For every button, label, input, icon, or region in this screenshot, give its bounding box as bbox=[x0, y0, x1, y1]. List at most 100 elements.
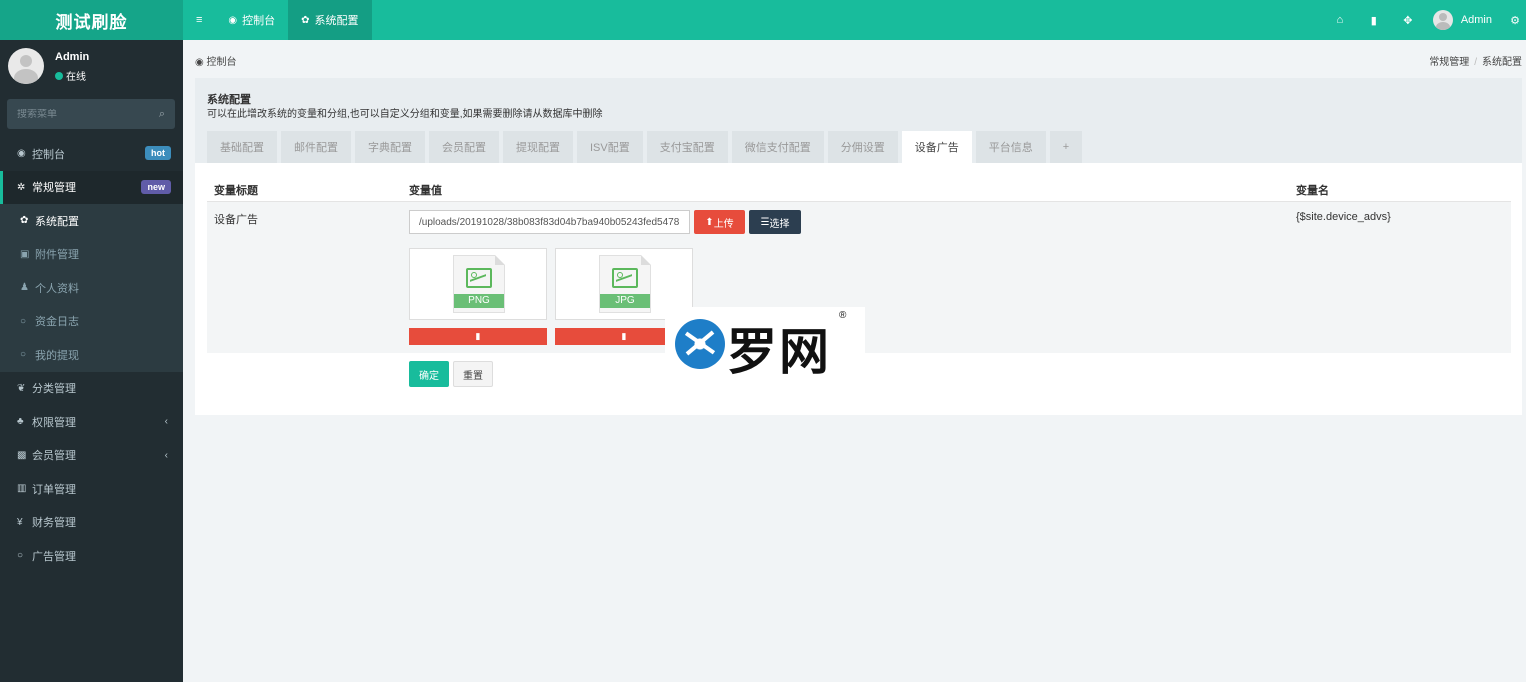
sidebar-item-label: 分类管理 bbox=[32, 383, 76, 396]
sidebar-item-members[interactable]: ▩ 会员管理 ‹ bbox=[0, 439, 183, 473]
sidebar-item-orders[interactable]: ▥ 订单管理 bbox=[0, 472, 183, 506]
add-tab-button[interactable]: + bbox=[1049, 131, 1083, 163]
choose-button[interactable]: ☰ 选择 bbox=[749, 210, 801, 234]
gear-icon: ✿ bbox=[301, 14, 310, 26]
breadcrumb-item[interactable]: 常规管理 bbox=[1429, 57, 1469, 68]
tab-device-ads[interactable]: 设备广告 bbox=[901, 131, 972, 163]
tab-isv[interactable]: ISV配置 bbox=[577, 131, 643, 163]
sidebar-item-label: 会员管理 bbox=[32, 450, 76, 463]
top-nav-label: 控制台 bbox=[242, 15, 276, 27]
sidebar-search: ⌕ bbox=[7, 99, 175, 129]
cogs-icon: ✲ bbox=[17, 181, 26, 193]
chevron-left-icon: ‹ bbox=[164, 416, 168, 427]
delete-file-button[interactable]: ▮ bbox=[409, 328, 547, 345]
sidebar-item-label: 广告管理 bbox=[32, 550, 76, 563]
sidebar-item-fund-log[interactable]: ○ 资金日志 bbox=[0, 304, 183, 338]
avatar bbox=[8, 48, 44, 84]
sidebar-item-label: 权限管理 bbox=[32, 416, 76, 429]
column-header-title: 变量标题 bbox=[214, 185, 258, 197]
tab-platform-info[interactable]: 平台信息 bbox=[975, 131, 1046, 163]
sidebar-item-label: 我的提现 bbox=[35, 349, 79, 362]
dashboard-icon: ◉ bbox=[17, 148, 26, 160]
status-text: 在线 bbox=[66, 72, 86, 83]
user-icon: ♟ bbox=[20, 282, 29, 294]
user-menu[interactable]: Admin bbox=[1425, 0, 1504, 40]
image-icon bbox=[466, 268, 492, 288]
user-card-icon: ▩ bbox=[17, 449, 27, 461]
sidebar-user-name: Admin bbox=[55, 51, 90, 63]
breadcrumb-home[interactable]: ◉ 控制台 bbox=[195, 53, 237, 68]
panel-header: 系统配置 可以在此增改系统的变量和分组,也可以自定义分组和变量,如果需要删除请从… bbox=[195, 78, 1522, 163]
watermark-text: 罗网 bbox=[727, 323, 831, 381]
sidebar-item-label: 系统配置 bbox=[35, 215, 79, 228]
status-dot-icon bbox=[55, 71, 63, 80]
online-status: 在线 bbox=[55, 68, 86, 83]
submit-button[interactable]: 确定 bbox=[409, 361, 449, 387]
tab-wechat-pay[interactable]: 微信支付配置 bbox=[731, 131, 824, 163]
luowang-logo-icon bbox=[675, 319, 725, 369]
file-image-icon: ▣ bbox=[20, 248, 30, 260]
fullscreen-icon[interactable]: ✥ bbox=[1391, 0, 1425, 40]
sidebar-item-label: 订单管理 bbox=[32, 483, 76, 496]
sidebar-item-label: 财务管理 bbox=[32, 517, 76, 530]
sidebar-item-label: 资金日志 bbox=[35, 316, 79, 329]
sidebar-menu: ◉ 控制台 hot ✲ 常规管理 new ✿ 系统配置 ▣ 附件管理 ♟ 个人资料 ○ 资金日志… bbox=[0, 137, 183, 573]
sidebar-item-label: 常规管理 bbox=[32, 182, 76, 195]
sidebar-item-label: 控制台 bbox=[32, 148, 65, 161]
watermark-logo: 罗网 ® bbox=[665, 307, 865, 381]
tab-commission[interactable]: 分佣设置 bbox=[827, 131, 898, 163]
list-icon: ☰ bbox=[760, 216, 770, 228]
dashboard-icon: ◉ bbox=[228, 14, 238, 26]
file-thumbnail[interactable]: PNG bbox=[409, 248, 547, 320]
brand-logo[interactable]: 测试刷脸 bbox=[0, 0, 183, 40]
trash-icon[interactable]: ▮ bbox=[1357, 0, 1391, 40]
top-nav-dashboard[interactable]: ◉ 控制台 bbox=[215, 0, 288, 40]
upload-button[interactable]: ⬆ 上传 bbox=[694, 210, 745, 234]
reset-button[interactable]: 重置 bbox=[453, 361, 493, 387]
upload-icon: ⬆ bbox=[705, 216, 714, 228]
top-nav-right: ⌂ ▮ ✥ Admin ⚙ bbox=[1323, 0, 1526, 40]
breadcrumb: 常规管理 / 系统配置 bbox=[1429, 53, 1522, 68]
tab-alipay[interactable]: 支付宝配置 bbox=[646, 131, 728, 163]
sidebar-item-finance[interactable]: ¥ 财务管理 bbox=[0, 506, 183, 540]
panel-description: 可以在此增改系统的变量和分组,也可以自定义分组和变量,如果需要删除请从数据库中删… bbox=[207, 109, 603, 120]
column-header-value: 变量值 bbox=[409, 185, 442, 197]
breadcrumb-item: 系统配置 bbox=[1482, 57, 1522, 68]
search-icon[interactable]: ⌕ bbox=[159, 108, 165, 121]
sidebar-item-dashboard[interactable]: ◉ 控制台 hot bbox=[0, 137, 183, 171]
sidebar-item-attachments[interactable]: ▣ 附件管理 bbox=[0, 237, 183, 271]
menu-toggle-button[interactable]: ≡ bbox=[183, 0, 215, 40]
top-nav-label: 系统配置 bbox=[314, 15, 359, 27]
image-icon bbox=[612, 268, 638, 288]
sidebar-item-label: 个人资料 bbox=[35, 282, 79, 295]
sidebar-item-system-config[interactable]: ✿ 系统配置 bbox=[0, 204, 183, 238]
new-badge: new bbox=[141, 179, 171, 194]
home-icon[interactable]: ⌂ bbox=[1323, 0, 1357, 40]
gears-icon[interactable]: ⚙ bbox=[1504, 0, 1526, 40]
sidebar-item-general[interactable]: ✲ 常规管理 new bbox=[0, 170, 183, 204]
tab-withdraw[interactable]: 提现配置 bbox=[503, 131, 573, 163]
circle-icon: ○ bbox=[17, 550, 24, 562]
sidebar-item-ads[interactable]: ○ 广告管理 bbox=[0, 539, 183, 573]
circle-icon: ○ bbox=[20, 315, 27, 327]
sidebar-item-profile[interactable]: ♟ 个人资料 bbox=[0, 271, 183, 305]
sidebar-item-category[interactable]: ❦ 分类管理 bbox=[0, 372, 183, 406]
registered-mark: ® bbox=[839, 310, 847, 321]
circle-icon: ○ bbox=[20, 349, 27, 361]
file-type-label: JPG bbox=[600, 294, 650, 308]
user-name: Admin bbox=[1460, 14, 1492, 26]
hot-badge: hot bbox=[145, 146, 171, 160]
tab-email[interactable]: 邮件配置 bbox=[281, 131, 351, 163]
value-path-input[interactable] bbox=[409, 210, 690, 234]
tab-dictionary[interactable]: 字典配置 bbox=[355, 131, 425, 163]
row-var-name: {$site.device_advs} bbox=[1296, 211, 1391, 223]
top-nav-system-config[interactable]: ✿ 系统配置 bbox=[288, 0, 372, 40]
hamburger-icon: ≡ bbox=[196, 14, 203, 26]
sidebar-item-withdrawals[interactable]: ○ 我的提现 bbox=[0, 338, 183, 372]
tab-basic[interactable]: 基础配置 bbox=[207, 131, 277, 163]
column-header-name: 变量名 bbox=[1296, 185, 1329, 197]
sidebar-item-permissions[interactable]: ♣ 权限管理 ‹ bbox=[0, 405, 183, 439]
search-input[interactable] bbox=[17, 108, 147, 120]
breadcrumb-home-label: 控制台 bbox=[206, 57, 237, 68]
tab-member[interactable]: 会员配置 bbox=[429, 131, 499, 163]
